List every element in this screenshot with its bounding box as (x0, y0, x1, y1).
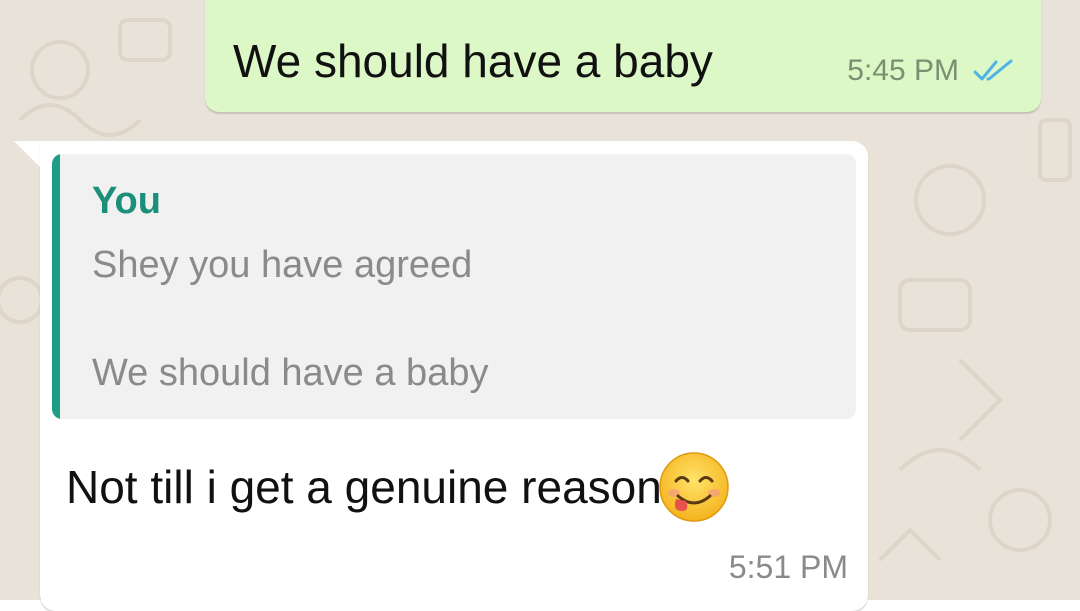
incoming-message-body: Not till i get a genuine reason (66, 449, 732, 525)
outgoing-message-meta: 5:45 PM (847, 54, 1015, 88)
outgoing-message-bubble[interactable]: We should have a baby 5:45 PM (205, 0, 1041, 112)
incoming-message-bubble[interactable]: You Shey you have agreed We should have … (40, 141, 868, 611)
incoming-message-text: Not till i get a genuine reason (66, 461, 662, 513)
outgoing-message-text: We should have a baby (233, 35, 713, 87)
quote-accent-bar (52, 154, 60, 419)
double-check-icon (973, 59, 1013, 81)
quoted-message[interactable]: You Shey you have agreed We should have … (52, 154, 856, 419)
quoted-message-author: You (92, 180, 161, 222)
incoming-message-time: 5:51 PM (728, 549, 848, 585)
quoted-message-line-2: We should have a baby (92, 352, 489, 394)
smiling-face-with-tongue-icon (659, 452, 729, 522)
outgoing-message-time: 5:45 PM (847, 54, 959, 87)
quoted-message-line-1: Shey you have agreed (92, 244, 473, 286)
